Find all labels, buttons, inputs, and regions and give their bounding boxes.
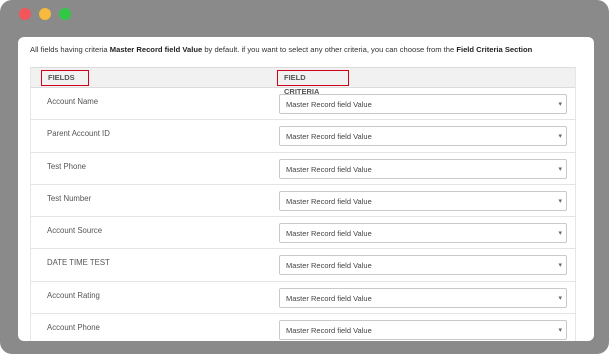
dropdown-caret-icon: ▾ bbox=[558, 230, 562, 238]
criteria-select-value: Master Record field Value bbox=[286, 326, 372, 336]
field-name: DATE TIME TEST bbox=[47, 258, 110, 268]
dropdown-caret-icon: ▾ bbox=[558, 294, 562, 302]
criteria-select[interactable]: Master Record field Value ▾ bbox=[279, 255, 567, 276]
info-section-name: Field Criteria Section bbox=[456, 45, 533, 54]
criteria-select[interactable]: Master Record field Value ▾ bbox=[279, 126, 567, 147]
field-criteria-table: FIELDS FIELD CRITERIA Account Name Maste… bbox=[30, 67, 576, 341]
field-name: Parent Account ID bbox=[47, 129, 110, 139]
info-text-part: All fields having criteria bbox=[30, 45, 110, 54]
window-titlebar bbox=[0, 0, 609, 28]
info-default-criteria: Master Record field Value bbox=[109, 45, 203, 54]
dropdown-caret-icon: ▾ bbox=[558, 197, 562, 205]
dropdown-caret-icon: ▾ bbox=[558, 262, 562, 270]
criteria-select-value: Master Record field Value bbox=[286, 261, 372, 271]
criteria-select-value: Master Record field Value bbox=[286, 196, 372, 206]
field-name: Account Rating bbox=[47, 290, 100, 300]
criteria-select-value: Master Record field Value bbox=[286, 164, 372, 174]
fields-column-header: FIELDS bbox=[41, 70, 89, 86]
dropdown-caret-icon: ▾ bbox=[558, 133, 562, 141]
field-name: Test Phone bbox=[47, 161, 87, 171]
minimize-window-icon[interactable] bbox=[39, 8, 51, 20]
criteria-select-value: Master Record field Value bbox=[286, 229, 372, 239]
criteria-select[interactable]: Master Record field Value ▾ bbox=[279, 320, 567, 341]
table-row: Test Number Master Record field Value ▾ bbox=[31, 185, 575, 218]
field-name: Account Source bbox=[47, 226, 103, 236]
field-criteria-column-header: FIELD CRITERIA bbox=[277, 70, 349, 96]
field-name: Test Number bbox=[47, 193, 92, 203]
content-panel: All fields having criteria Master Record… bbox=[18, 37, 594, 341]
field-name: Account Name bbox=[47, 97, 99, 106]
criteria-select[interactable]: Master Record field Value ▾ bbox=[279, 158, 567, 179]
table-row: Test Phone Master Record field Value ▾ bbox=[31, 153, 575, 185]
criteria-select[interactable]: Master Record field Value ▾ bbox=[279, 94, 567, 114]
dropdown-caret-icon: ▾ bbox=[558, 101, 562, 108]
table-row: Account Source Master Record field Value… bbox=[31, 217, 575, 250]
close-window-icon[interactable] bbox=[19, 8, 31, 20]
window-frame: All fields having criteria Master Record… bbox=[0, 0, 609, 354]
criteria-select[interactable]: Master Record field Value ▾ bbox=[279, 223, 567, 244]
dropdown-caret-icon: ▾ bbox=[558, 165, 562, 173]
criteria-select-value: Master Record field Value bbox=[286, 293, 372, 303]
criteria-select-value: Master Record field Value bbox=[286, 100, 372, 109]
table-header: FIELDS FIELD CRITERIA bbox=[31, 68, 575, 96]
table-row: DATE TIME TEST Master Record field Value… bbox=[31, 249, 575, 282]
table-row: Account Phone Master Record field Value … bbox=[31, 314, 575, 341]
field-name: Account Phone bbox=[47, 323, 100, 333]
criteria-select[interactable]: Master Record field Value ▾ bbox=[279, 190, 567, 211]
criteria-select-value: Master Record field Value bbox=[286, 132, 372, 142]
table-row: Account Rating Master Record field Value… bbox=[31, 282, 575, 315]
criteria-select[interactable]: Master Record field Value ▾ bbox=[279, 287, 567, 308]
table-row: Account Name Master Record field Value ▾ bbox=[31, 88, 575, 121]
table-row: Parent Account ID Master Record field Va… bbox=[31, 120, 575, 153]
maximize-window-icon[interactable] bbox=[59, 8, 71, 20]
dropdown-caret-icon: ▾ bbox=[558, 327, 562, 335]
info-text-part: by default. if you want to select any ot… bbox=[202, 45, 457, 54]
criteria-info-text: All fields having criteria Master Record… bbox=[30, 45, 590, 54]
